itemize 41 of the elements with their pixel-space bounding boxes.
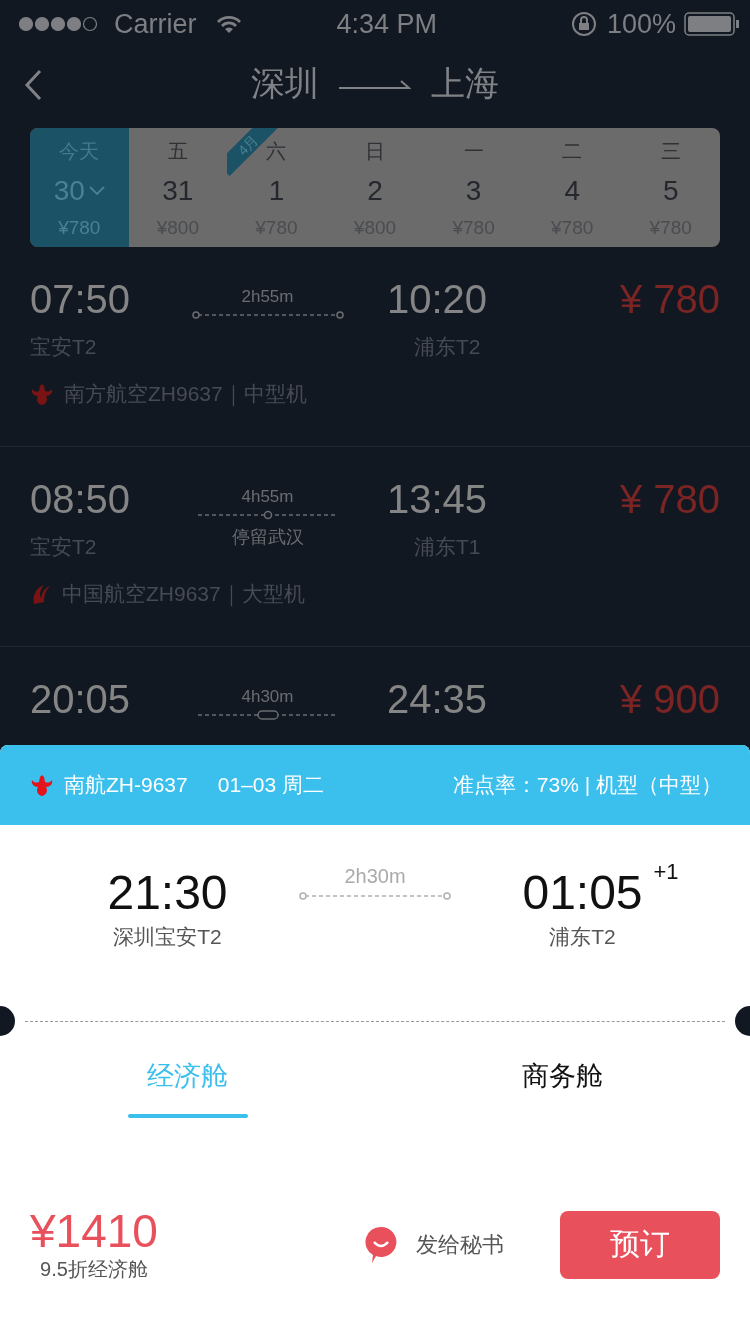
- stopover-label: 停留武汉: [231, 526, 304, 549]
- departure-time: 21:30: [107, 865, 228, 921]
- departure-time: 08:50: [30, 476, 132, 523]
- flight-price: ¥ 780: [618, 476, 720, 523]
- chevron-down-icon: [88, 186, 105, 196]
- flight-duration: 4h55m: [241, 487, 294, 507]
- flower-logo-icon: [30, 773, 54, 797]
- destination-city: 上海: [431, 63, 499, 104]
- battery-percent: 100%: [606, 8, 676, 40]
- rotation-lock-icon: [570, 11, 597, 37]
- signal-icon: [18, 16, 98, 32]
- departure-time: 20:05: [30, 676, 132, 723]
- battery-icon: [684, 12, 740, 36]
- flower-logo-icon: [30, 382, 54, 406]
- flight-duration: 4h30m: [241, 687, 294, 707]
- day-offset: +1: [653, 859, 679, 885]
- book-button[interactable]: 预订: [560, 1210, 720, 1279]
- send-to-secretary-button[interactable]: 发给秘书: [364, 1224, 504, 1265]
- back-icon[interactable]: [22, 68, 44, 102]
- ticket-price: ¥1410: [30, 1206, 158, 1256]
- chat-bubble-icon: [364, 1224, 398, 1265]
- arrival-time: 01:05: [522, 865, 643, 921]
- carrier-name: Carrier: [114, 8, 197, 40]
- departure-airport: 深圳宝安T2: [113, 924, 222, 950]
- flight-price: ¥ 780: [618, 276, 720, 323]
- discount-label: 9.5折经济舱: [40, 1257, 148, 1282]
- punctuality-info: 准点率：73% | 机型（中型）: [452, 772, 722, 798]
- clock-time: 4:34 PM: [336, 8, 438, 40]
- departure-time: 07:50: [30, 276, 132, 323]
- cabin-tab[interactable]: 经济舱: [0, 1052, 375, 1140]
- arrival-time: 10:20: [386, 276, 489, 323]
- flight-duration: 2h30m: [344, 865, 406, 888]
- origin-city: 深圳: [251, 63, 319, 104]
- arrival-airport: 浦东T2: [549, 924, 616, 950]
- arrival-time: 13:45: [386, 476, 489, 523]
- arrival-time: 24:35: [386, 676, 489, 723]
- flight-duration: 2h55m: [241, 287, 294, 307]
- cabin-tab[interactable]: 商务舱: [375, 1052, 750, 1140]
- flight-date: 01–03 周二: [217, 772, 324, 798]
- flight-price: ¥ 900: [618, 676, 720, 723]
- flight-number: 南航ZH-9637: [64, 772, 188, 798]
